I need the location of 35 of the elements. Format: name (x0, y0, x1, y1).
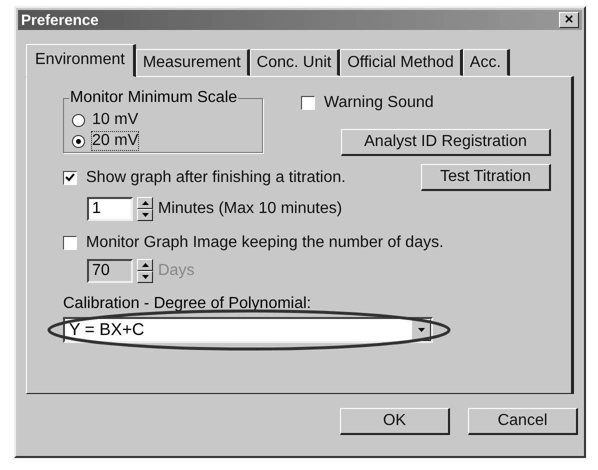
close-button[interactable]: × (559, 12, 579, 28)
tab[interactable]: Environment (26, 44, 136, 77)
test-titration-button[interactable]: Test Titration (421, 164, 551, 191)
window-title: Preference (21, 12, 99, 28)
radio-label[interactable]: 20 mV (91, 131, 140, 151)
ok-button[interactable]: OK (340, 408, 450, 435)
check-icon (65, 173, 75, 182)
tab[interactable]: Acc. (462, 49, 510, 76)
spin-down-button[interactable] (137, 209, 153, 221)
combo-label: Calibration - Degree of Polynomial: (63, 295, 312, 313)
checkbox-label[interactable]: Show graph after finishing a titration. (85, 168, 347, 188)
down-arrow-icon (142, 213, 148, 217)
tab[interactable]: Measurement (136, 49, 250, 76)
radio-button[interactable] (72, 134, 85, 148)
tab[interactable]: Official Method (340, 49, 463, 76)
checkbox[interactable] (63, 170, 77, 184)
analyst-id-button[interactable]: Analyst ID Registration (341, 129, 551, 156)
down-arrow-icon (418, 328, 424, 332)
polynomial-dropdown[interactable]: Y = BX+C (63, 317, 433, 343)
unit-label: Days (157, 261, 196, 281)
down-arrow-icon (142, 275, 148, 279)
radio-label[interactable]: 10 mV (91, 110, 140, 130)
checkbox-label[interactable]: Warning Sound (323, 93, 435, 113)
spin-up-button[interactable] (137, 197, 153, 209)
number-field[interactable]: 1 (87, 197, 133, 221)
checkbox[interactable] (301, 96, 315, 110)
radio-button[interactable] (72, 114, 85, 126)
group-title: Monitor Minimum Scale (69, 89, 238, 107)
up-arrow-icon (142, 201, 148, 205)
cancel-button[interactable]: Cancel (468, 408, 578, 435)
spin-up-button[interactable] (137, 259, 153, 271)
spin-down-button[interactable] (137, 271, 153, 283)
unit-label: Minutes (Max 10 minutes) (157, 199, 344, 219)
up-arrow-icon (142, 263, 148, 267)
tab[interactable]: Conc. Unit (250, 49, 340, 76)
